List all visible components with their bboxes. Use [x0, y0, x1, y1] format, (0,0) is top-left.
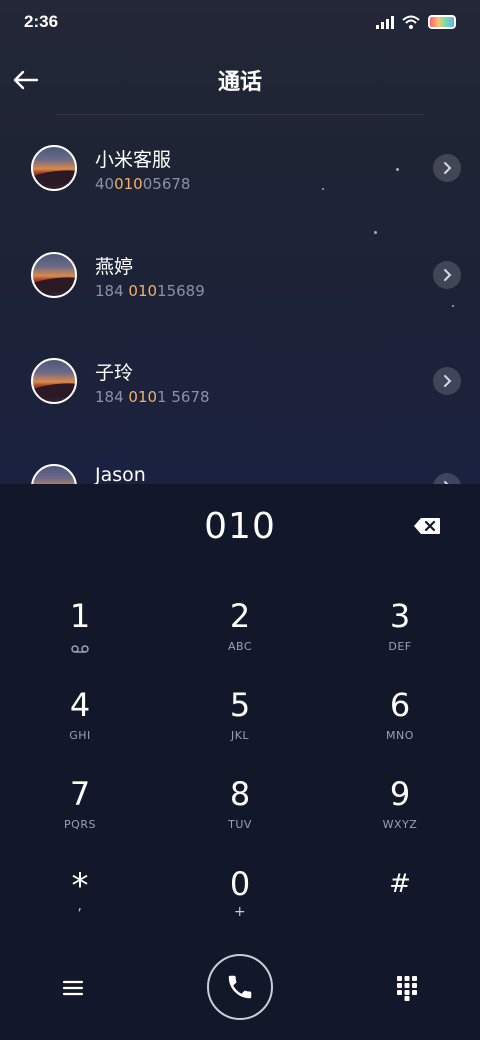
contact-row[interactable]: 小米客服 4001005678 — [0, 133, 480, 213]
key-digit: 9 — [389, 775, 411, 813]
backspace-button[interactable] — [410, 514, 444, 538]
key-digit: 7 — [69, 775, 91, 813]
contact-name: Jason — [95, 464, 146, 484]
key-digit: 8 — [229, 775, 251, 813]
contact-number: 184 01015689 — [95, 282, 205, 300]
keypad-icon — [397, 976, 417, 1001]
header-divider — [56, 114, 424, 115]
contact-number: 184 0101 5678 — [95, 388, 210, 406]
contact-row[interactable]: 燕婷 184 01015689 — [0, 240, 480, 320]
contact-detail-button[interactable] — [433, 154, 461, 182]
contact-row[interactable]: 子玲 184 0101 5678 — [0, 346, 480, 426]
key-digit: 6 — [389, 686, 411, 724]
key-digit: # — [389, 869, 411, 899]
key-1[interactable]: 1 — [20, 596, 140, 676]
key-letters: DEF — [388, 640, 412, 653]
key-digit: 1 — [69, 597, 91, 635]
key-letters: + — [233, 904, 247, 920]
key-letters: TUV — [228, 818, 252, 831]
key-letters: , — [77, 898, 83, 914]
key-9[interactable]: 9 WXYZ — [340, 774, 460, 854]
avatar — [31, 464, 77, 484]
menu-button[interactable] — [58, 973, 88, 1003]
call-button[interactable] — [207, 954, 273, 1020]
voicemail-icon — [71, 645, 89, 653]
battery-icon — [428, 15, 456, 29]
key-letters: MNO — [386, 729, 414, 742]
key-digit: 2 — [229, 597, 251, 635]
page-title: 通话 — [217, 70, 262, 95]
wifi-icon — [402, 15, 420, 29]
avatar — [31, 252, 77, 298]
key-digit: 4 — [69, 686, 91, 724]
header: 通话 — [0, 52, 480, 108]
key-6[interactable]: 6 MNO — [340, 685, 460, 765]
contact-detail-button[interactable] — [433, 261, 461, 289]
chevron-right-icon — [444, 162, 452, 174]
contact-detail-button[interactable] — [433, 367, 461, 395]
backspace-icon — [414, 518, 440, 534]
key-letters: GHI — [69, 729, 91, 742]
signal-icon — [376, 15, 394, 29]
key-4[interactable]: 4 GHI — [20, 685, 140, 765]
status-icons — [376, 15, 456, 29]
avatar — [31, 145, 77, 191]
contact-name: 小米客服 — [95, 149, 172, 171]
contact-name: 燕婷 — [95, 256, 134, 278]
dialed-number: 010 — [204, 506, 276, 547]
avatar — [31, 358, 77, 404]
contact-results-panel: 2:36 通话 小米客服 4001005678 燕婷 184 01015689 … — [0, 0, 480, 484]
key-digit: 0 — [229, 865, 251, 903]
key-letters: ABC — [227, 640, 253, 653]
chevron-right-icon — [444, 269, 452, 281]
key-0[interactable]: 0 + — [180, 864, 300, 944]
chevron-right-icon — [444, 375, 452, 387]
key-digit: 5 — [229, 686, 251, 724]
dialer-panel: 010 1 2 ABC 3 DEF 4 GHI 5 JKL 6 MNO 7 PQ… — [0, 484, 480, 1040]
phone-icon — [228, 975, 252, 999]
status-bar: 2:36 — [0, 0, 480, 44]
key-letters: PQRS — [64, 818, 96, 831]
key-7[interactable]: 7 PQRS — [20, 774, 140, 854]
contact-name: 子玲 — [95, 362, 134, 384]
contact-detail-button[interactable] — [433, 473, 461, 484]
dialer-bottom-bar — [0, 952, 480, 1022]
key-8[interactable]: 8 TUV — [180, 774, 300, 854]
key-hash[interactable]: # — [340, 864, 460, 944]
back-button[interactable] — [8, 62, 44, 98]
key-2[interactable]: 2 ABC — [180, 596, 300, 676]
contact-number: 4001005678 — [95, 175, 191, 193]
menu-icon — [62, 980, 84, 996]
key-letters: JKL — [230, 729, 250, 742]
back-arrow-icon — [13, 70, 39, 90]
keypad-toggle-button[interactable] — [392, 973, 422, 1003]
key-5[interactable]: 5 JKL — [180, 685, 300, 765]
status-time: 2:36 — [24, 12, 59, 31]
key-3[interactable]: 3 DEF — [340, 596, 460, 676]
key-star[interactable]: * , — [20, 864, 140, 944]
key-letters: WXYZ — [382, 818, 418, 831]
key-digit: 3 — [389, 597, 411, 635]
contact-row[interactable]: Jason — [0, 452, 480, 484]
